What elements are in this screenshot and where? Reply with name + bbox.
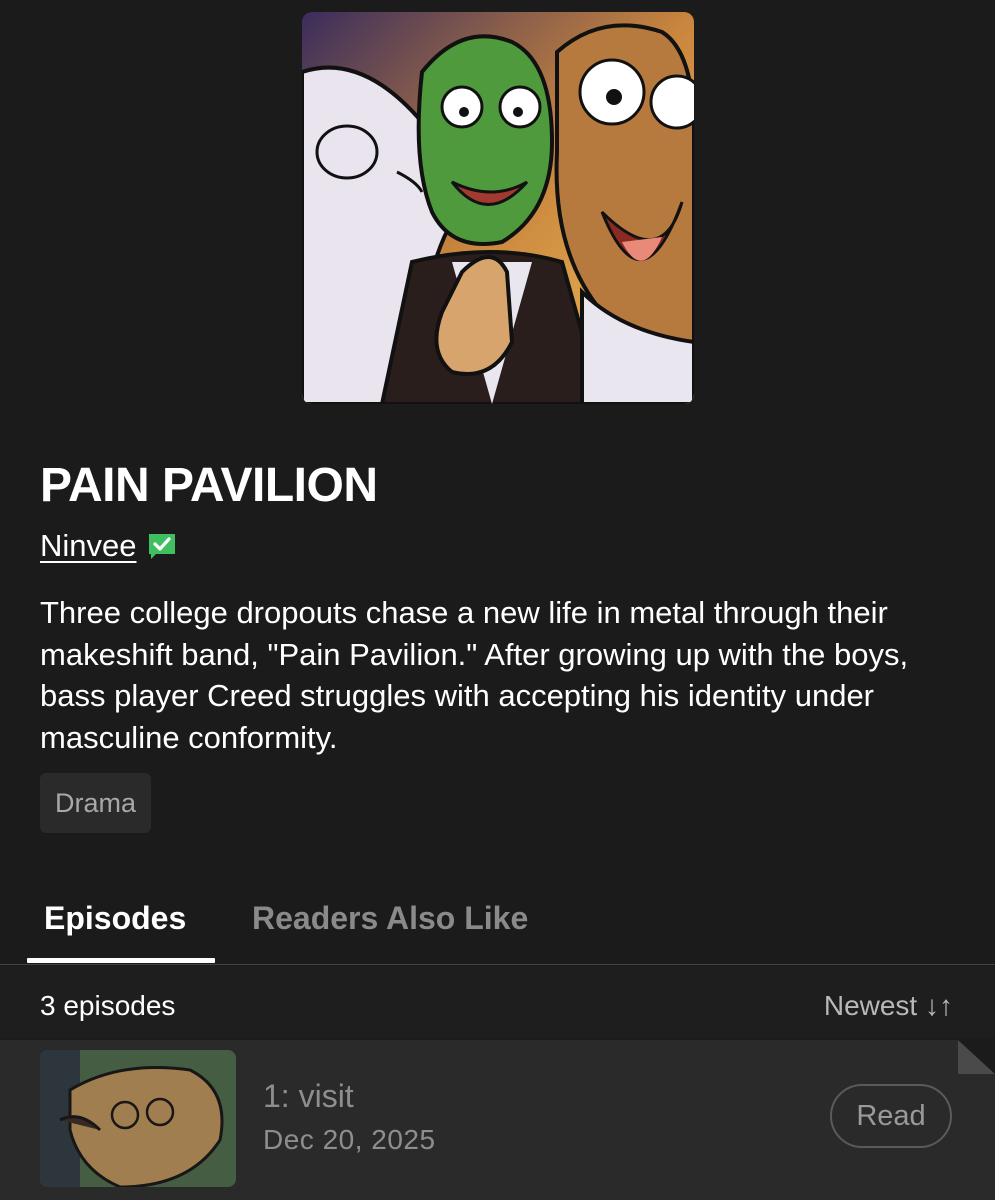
series-cover-image [302,12,694,404]
episode-date: Dec 20, 2025 [263,1124,436,1155]
series-description: Three college dropouts chase a new life … [40,595,909,755]
episode-row[interactable]: 1: visit Dec 20, 2025 Read [0,1040,995,1200]
verified-check-icon [147,532,177,560]
episode-title: 1: visit [263,1078,354,1114]
genre-tag[interactable]: Drama [40,773,152,833]
tab-readers-also-like[interactable]: Readers Also Like [252,900,528,937]
series-page: PAIN PAVILION Ninvee Three college dropo… [0,0,995,1200]
author-row: Ninvee [40,528,177,564]
episode-count: 3 episodes [40,990,176,1021]
sort-button[interactable]: Newest ↓↑ [824,990,953,1022]
series-title: PAIN PAVILION [40,459,378,512]
active-tab-indicator [27,958,215,963]
new-corner-icon [958,1040,995,1074]
tab-bar: Episodes Readers Also Like [0,880,995,965]
author-link[interactable]: Ninvee [40,528,137,564]
tab-episodes[interactable]: Episodes [44,900,186,937]
read-button[interactable]: Read [830,1084,952,1148]
episode-thumbnail [40,1050,236,1187]
